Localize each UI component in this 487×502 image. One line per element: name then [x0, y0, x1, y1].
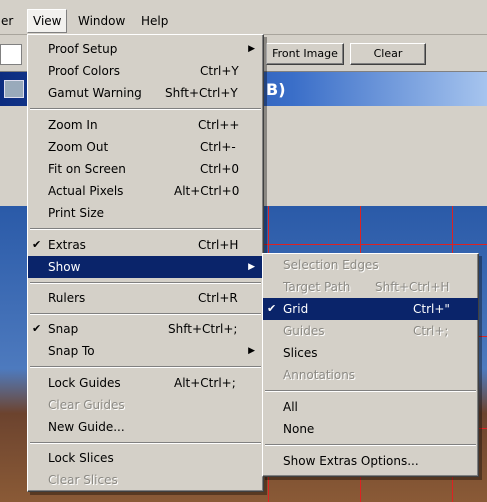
menu-separator — [30, 366, 261, 368]
document-icon — [4, 80, 24, 98]
front-image-button[interactable]: Front Image — [266, 43, 344, 65]
submenu-arrow-icon: ▶ — [248, 44, 255, 54]
menu-separator — [265, 390, 476, 392]
shortcut-label: Alt+Ctrl+; — [174, 376, 236, 390]
menu-item-show[interactable]: Show ▶ — [28, 256, 263, 278]
menu-item-proof-colors[interactable]: Proof Colors Ctrl+Y — [28, 60, 263, 82]
submenu-item-annotations[interactable]: Annotations — [263, 364, 478, 386]
shortcut-label: Ctrl+Y — [200, 64, 239, 78]
submenu-item-guides[interactable]: Guides Ctrl+; — [263, 320, 478, 342]
submenu-item-all[interactable]: All — [263, 396, 478, 418]
checkmark-icon: ✔ — [32, 322, 42, 335]
menu-item-fit-on-screen[interactable]: Fit on Screen Ctrl+0 — [28, 158, 263, 180]
shortcut-label: Ctrl++ — [198, 118, 240, 132]
menu-view[interactable]: View — [27, 9, 68, 33]
shortcut-label: Shft+Ctrl+H — [375, 280, 450, 294]
options-input[interactable] — [0, 44, 22, 65]
menu-item-zoom-out[interactable]: Zoom Out Ctrl+- — [28, 136, 263, 158]
submenu-arrow-icon: ▶ — [248, 262, 255, 272]
submenu-item-grid[interactable]: ✔ Grid Ctrl+" — [263, 298, 478, 320]
menu-help[interactable]: Help — [136, 10, 173, 32]
menu-separator — [30, 228, 261, 230]
menu-item-print-size[interactable]: Print Size — [28, 202, 263, 224]
menu-window[interactable]: Window — [73, 10, 130, 32]
menu-bar: er View Window Help — [0, 0, 487, 35]
grid-line — [262, 244, 487, 245]
menu-item-snap-to[interactable]: Snap To ▶ — [28, 340, 263, 362]
shortcut-label: Ctrl+R — [198, 291, 238, 305]
submenu-item-selection-edges[interactable]: Selection Edges — [263, 254, 478, 276]
shortcut-label: Ctrl+" — [413, 302, 450, 316]
shortcut-label: Shft+Ctrl+Y — [165, 86, 238, 100]
menu-filter-fragment[interactable]: er — [0, 10, 18, 32]
shortcut-label: Shft+Ctrl+; — [168, 322, 238, 336]
menu-item-gamut-warning[interactable]: Gamut Warning Shft+Ctrl+Y — [28, 82, 263, 104]
submenu-item-target-path[interactable]: Target Path Shft+Ctrl+H — [263, 276, 478, 298]
shortcut-label: Ctrl+- — [200, 140, 236, 154]
menu-item-proof-setup[interactable]: Proof Setup ▶ — [28, 38, 263, 60]
document-title: B) — [266, 80, 286, 99]
menu-item-clear-slices[interactable]: Clear Slices — [28, 469, 263, 491]
view-menu: Proof Setup ▶ Proof Colors Ctrl+Y Gamut … — [27, 34, 264, 492]
shortcut-label: Ctrl+H — [198, 238, 239, 252]
menu-item-extras[interactable]: ✔ Extras Ctrl+H — [28, 234, 263, 256]
submenu-item-none[interactable]: None — [263, 418, 478, 440]
submenu-item-slices[interactable]: Slices — [263, 342, 478, 364]
menu-item-clear-guides[interactable]: Clear Guides — [28, 394, 263, 416]
checkmark-icon: ✔ — [267, 302, 277, 315]
menu-item-zoom-in[interactable]: Zoom In Ctrl++ — [28, 114, 263, 136]
menu-item-snap[interactable]: ✔ Snap Shft+Ctrl+; — [28, 318, 263, 340]
menu-separator — [30, 282, 261, 284]
shortcut-label: Ctrl+0 — [200, 162, 240, 176]
submenu-arrow-icon: ▶ — [248, 346, 255, 356]
menu-separator — [30, 442, 261, 444]
menu-item-actual-pixels[interactable]: Actual Pixels Alt+Ctrl+0 — [28, 180, 263, 202]
menu-separator — [30, 108, 261, 110]
shortcut-label: Ctrl+; — [413, 324, 449, 338]
show-submenu: Selection Edges Target Path Shft+Ctrl+H … — [262, 253, 479, 477]
menu-separator — [265, 444, 476, 446]
menu-item-rulers[interactable]: Rulers Ctrl+R — [28, 287, 263, 309]
menu-item-lock-guides[interactable]: Lock Guides Alt+Ctrl+; — [28, 372, 263, 394]
clear-button[interactable]: Clear — [350, 43, 426, 65]
shortcut-label: Alt+Ctrl+0 — [174, 184, 240, 198]
menu-item-new-guide[interactable]: New Guide... — [28, 416, 263, 438]
submenu-item-show-extras-options[interactable]: Show Extras Options... — [263, 450, 478, 472]
menu-item-lock-slices[interactable]: Lock Slices — [28, 447, 263, 469]
menu-separator — [30, 313, 261, 315]
checkmark-icon: ✔ — [32, 238, 42, 251]
